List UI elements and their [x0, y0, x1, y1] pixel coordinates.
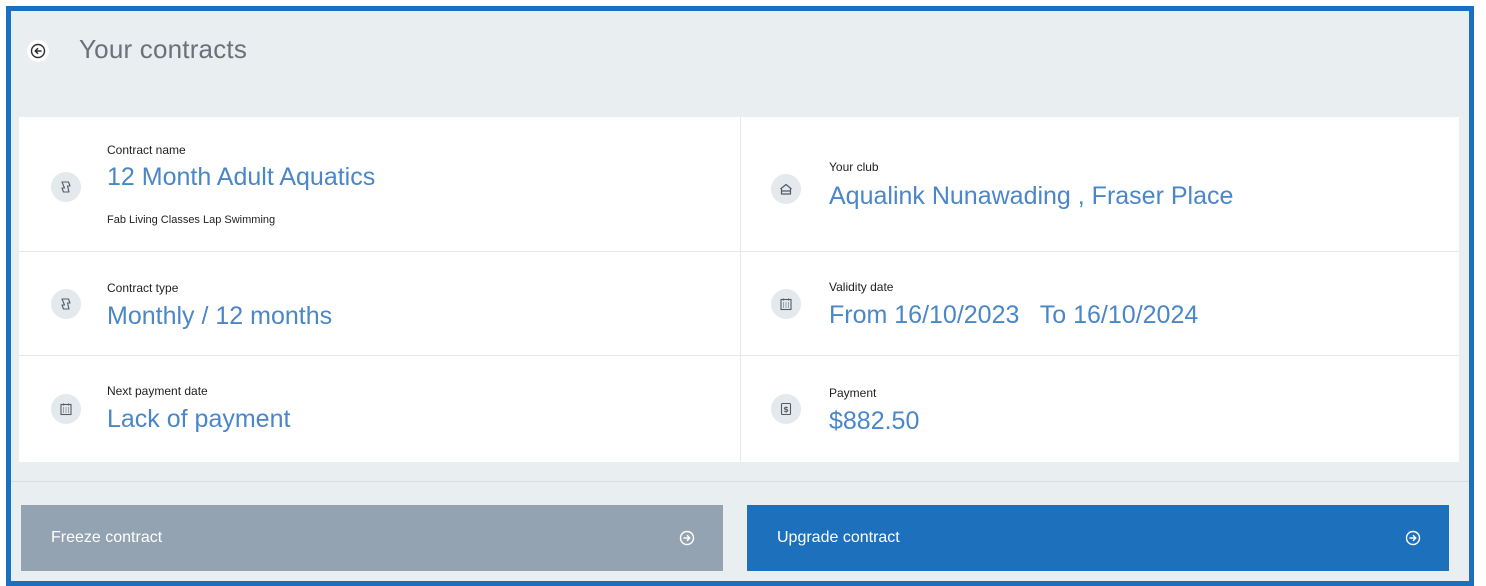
next-payment-value: Lack of payment — [107, 405, 291, 433]
next-payment-label: Next payment date — [107, 384, 208, 398]
ticket-icon — [61, 298, 71, 310]
page-title: Your contracts — [79, 34, 248, 64]
validity-label: Validity date — [829, 280, 894, 294]
arrow-circle-right-icon — [679, 530, 695, 546]
upgrade-contract-label: Upgrade contract — [777, 529, 900, 546]
svg-text:$: $ — [783, 405, 789, 414]
payment-icon-badge: $ — [771, 394, 801, 424]
calendar-icon — [60, 403, 72, 416]
contract-name-label: Contract name — [107, 143, 186, 157]
calendar-icon — [780, 298, 792, 311]
validity-value: From 16/10/2023 To 16/10/2024 — [829, 301, 1199, 329]
contract-name-value: 12 Month Adult Aquatics — [107, 163, 376, 191]
club-label: Your club — [829, 160, 879, 174]
page-header: Your contracts — [11, 11, 1469, 91]
payment-value: $882.50 — [829, 407, 920, 435]
ticket-icon — [61, 181, 71, 193]
validity-icon-badge — [771, 289, 801, 319]
arrow-circle-right-icon — [1405, 530, 1421, 546]
freeze-contract-label: Freeze contract — [51, 529, 163, 546]
section-divider — [11, 481, 1469, 482]
contract-details-card: Contract name 12 Month Adult Aquatics Fa… — [19, 117, 1459, 462]
next-payment-cell: Next payment date Lack of payment — [19, 356, 740, 462]
contract-type-cell: Contract type Monthly / 12 months — [19, 252, 740, 356]
dollar-icon: $ — [780, 402, 792, 416]
contract-icon-badge — [51, 172, 81, 202]
club-cell: Your club Aqualink Nunawading , Fraser P… — [740, 117, 1459, 252]
freeze-contract-button[interactable]: Freeze contract — [21, 505, 723, 571]
contract-type-value: Monthly / 12 months — [107, 302, 333, 330]
club-value: Aqualink Nunawading , Fraser Place — [829, 182, 1234, 210]
contract-type-label: Contract type — [107, 281, 179, 295]
club-icon-badge — [771, 174, 801, 204]
building-icon — [780, 183, 792, 195]
contracts-panel: Your contracts Contract name 12 Month Ad… — [6, 6, 1474, 586]
next-payment-icon-badge — [51, 394, 81, 424]
contract-name-cell: Contract name 12 Month Adult Aquatics Fa… — [19, 117, 740, 252]
contract-type-icon-badge — [51, 289, 81, 319]
upgrade-contract-button[interactable]: Upgrade contract — [747, 505, 1449, 571]
payment-cell: $ Payment $882.50 — [740, 356, 1459, 462]
back-button[interactable] — [27, 40, 49, 62]
arrow-circle-left-icon — [30, 43, 46, 59]
validity-cell: Validity date From 16/10/2023 To 16/10/2… — [740, 252, 1459, 356]
payment-label: Payment — [829, 386, 877, 400]
contract-name-description: Fab Living Classes Lap Swimming — [107, 214, 276, 226]
